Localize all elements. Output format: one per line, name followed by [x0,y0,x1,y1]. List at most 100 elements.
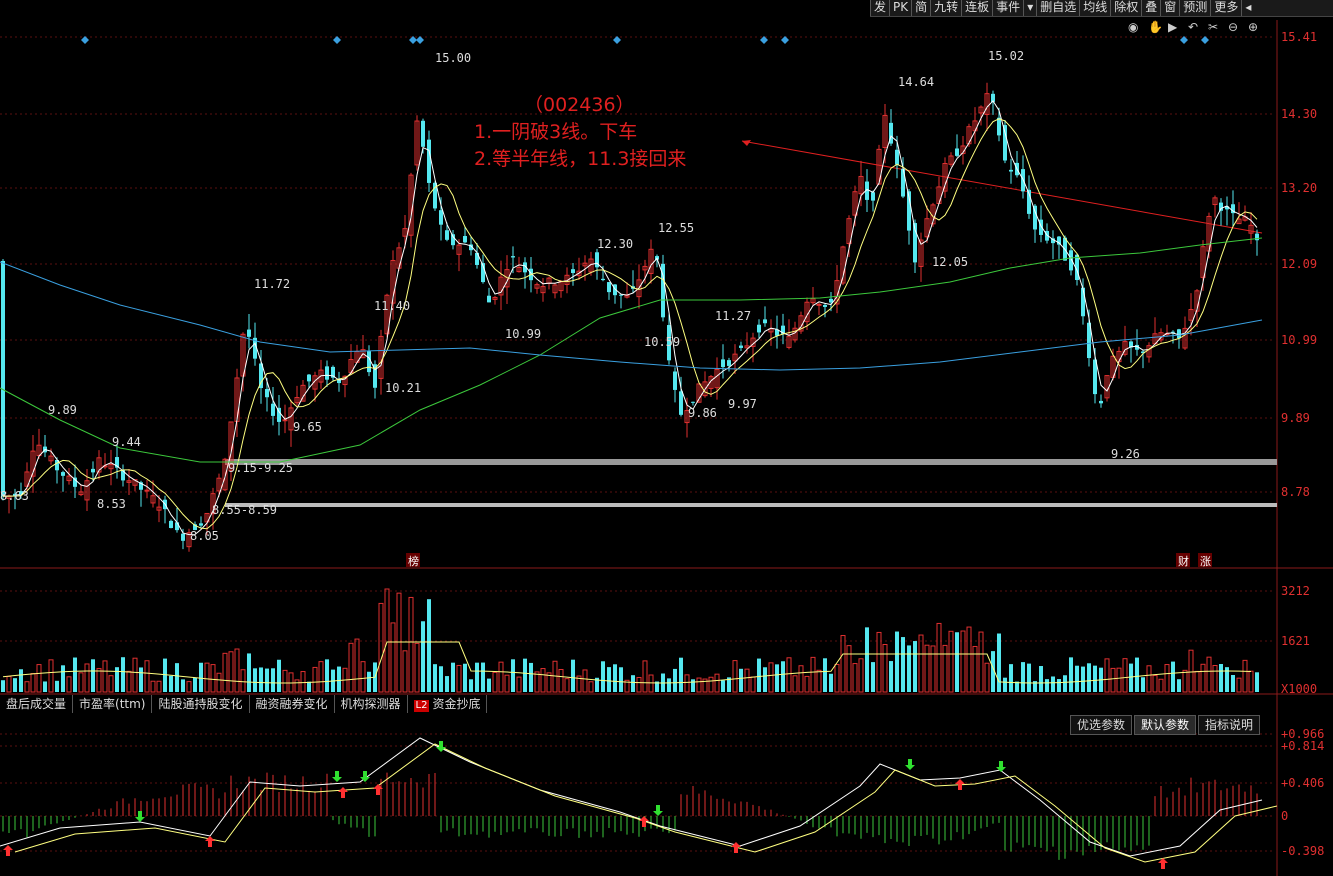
optimal-params-button[interactable]: 优选参数 [1070,715,1133,735]
toolbar-item-1[interactable]: PK [889,0,911,16]
price-label: 12.05 [932,255,968,269]
tab-margin-trading[interactable]: 融资融券变化 [250,695,335,713]
volume-bar [691,679,695,692]
candle-body [427,139,431,183]
eye-icon[interactable]: ◉ [1128,20,1138,34]
tab-institution-detector[interactable]: 机构探测器 [335,695,408,713]
volume-bar [451,662,455,692]
toolbar-item-8[interactable]: 均线 [1079,0,1110,16]
volume-bar [1219,664,1223,692]
volume-bar [73,657,77,692]
toolbar-item-3[interactable]: 九转 [930,0,961,16]
toolbar-item-10[interactable]: 叠 [1141,0,1160,16]
volume-bar [895,631,899,692]
volume-bar [750,676,756,693]
price-label: 9.44 [112,435,141,449]
annotation-line-2: 2.等半年线，11.3接回来 [474,148,687,170]
candle-body [325,366,329,380]
indicator-help-button[interactable]: 指标说明 [1198,715,1261,735]
volume-bar [1039,666,1043,692]
volume-bar [259,667,263,692]
price-label: 11.40 [374,299,410,313]
candle-body [181,533,185,541]
volume-bar [193,677,197,692]
volume-bar [36,664,42,693]
candle-body [307,374,311,382]
volume-bar [1129,663,1133,692]
volume-bar [768,662,774,693]
volume-bar [936,622,942,693]
candle-body [997,117,1001,136]
toolbar-item-7[interactable]: 删自选 [1036,0,1079,16]
volume-bar [1069,657,1073,692]
volume-bar [307,681,311,692]
volume-bar [240,669,246,693]
volume-bar [823,658,827,692]
toolbar-item-5[interactable]: 事件 [992,0,1023,16]
toolbar-item-11[interactable]: 窗 [1160,0,1179,16]
tab-northbound-holding[interactable]: 陆股通持股变化 [152,695,250,713]
toolbar-item-13[interactable]: 更多 [1210,0,1241,16]
volume-bar [714,673,720,693]
volume-bar [636,676,642,693]
annotation-title: （002436） [524,94,635,116]
price-label: 15.02 [988,49,1024,63]
indicator-axis-label: -0.398 [1281,844,1324,858]
volume-bar [558,668,564,693]
candle-body [247,329,251,337]
cut-icon[interactable]: ✂ [1208,20,1218,34]
toolbar-item-12[interactable]: 预测 [1179,0,1210,16]
candle-body [487,295,491,303]
toolbar-item-14[interactable]: ◂ [1241,0,1254,16]
volume-bar [846,645,852,693]
price-label: 10.59 [644,335,680,349]
toolbar-item-2[interactable]: 简 [911,0,930,16]
candle-body [739,345,743,348]
volume-bar [871,662,875,692]
price-label: 8.63 [0,489,29,503]
volume-bar [378,602,384,693]
indicator-tabs: 盘后成交量 市盈率(ttm) 陆股通持股变化 融资融券变化 机构探测器 L2 资金… [0,695,488,713]
annotation-arrow-line [741,140,1263,234]
volume-bar [421,621,425,692]
undo-icon[interactable]: ↶ [1188,20,1198,34]
volume-bar [121,657,125,692]
zoom-in-icon[interactable]: ⊕ [1248,20,1258,34]
toolbar-item-4[interactable]: 连板 [961,0,992,16]
candle-body [439,210,443,225]
zoom-out-icon[interactable]: ⊖ [1228,20,1238,34]
default-params-button[interactable]: 默认参数 [1134,715,1197,735]
play-icon[interactable]: ▶ [1168,20,1178,34]
volume-bar [1194,670,1200,693]
tab-after-hours-volume[interactable]: 盘后成交量 [0,695,74,713]
volume-bar [696,677,702,693]
volume-bar [169,675,173,692]
volume-bar [930,645,936,693]
toolbar-item-9[interactable]: 除权 [1110,0,1141,16]
candle-body [169,520,173,528]
volume-bar [781,661,785,692]
volume-bar [865,627,869,692]
hand-icon[interactable]: ✋ [1148,20,1163,34]
sell-arrow-icon [332,771,342,782]
volume-bar [414,642,420,693]
price-label: 15.00 [435,51,471,65]
volume-bar [48,659,54,693]
toolbar-item-6[interactable]: ▾ [1023,0,1036,16]
indicator-axis-label: +0.406 [1281,776,1324,790]
price-label: 9.65 [293,420,322,434]
volume-bar [1141,677,1145,692]
volume-bar [228,651,234,693]
tab-capital-bottom[interactable]: L2 资金抄底 [408,695,488,713]
volume-bar [763,667,767,692]
chart-annotation: （002436） 1.一阴破3线。下车 2.等半年线，11.3接回来 [474,92,686,173]
volume-bar [1171,661,1175,692]
toolbar-item-0[interactable]: 发 [870,0,889,16]
volume-bar [1212,665,1218,693]
price-label: 11.72 [254,277,290,291]
tab-pe-ttm[interactable]: 市盈率(ttm) [73,695,153,713]
volume-bar [433,664,437,692]
volume-bar [402,650,408,693]
volume-bar [1087,663,1091,692]
volume-bar [234,648,240,693]
